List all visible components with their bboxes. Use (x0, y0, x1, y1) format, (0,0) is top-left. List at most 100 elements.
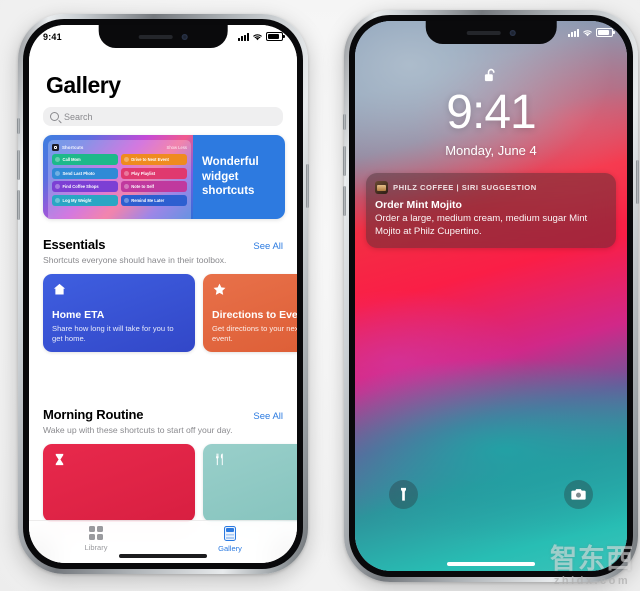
see-all-link[interactable]: See All (253, 241, 283, 252)
banner-widget-preview: Shortcuts Show Less Call Mom Drive to Ne… (43, 135, 194, 219)
mute-switch[interactable] (343, 114, 346, 130)
shortcut-card[interactable]: Directions to Event Get directions to yo… (203, 273, 297, 352)
section-title: Morning Routine (43, 407, 144, 422)
card-description: Share how long it will take for you to g… (52, 323, 174, 343)
music-icon (123, 170, 129, 176)
mute-switch[interactable] (17, 118, 20, 134)
status-indicators (238, 31, 285, 42)
widget-shortcut-button[interactable]: Remind Me Later (120, 194, 188, 206)
shortcuts-gallery-app: 9:41 Gallery Search Shortcuts Show Less … (29, 25, 297, 563)
volume-up-button[interactable] (343, 146, 346, 176)
lock-screen: 9:41 Monday, June 4 PHILZ COFFEE | SIRI … (355, 21, 627, 571)
section-title: Essentials (43, 237, 106, 252)
widget-card: Shortcuts Show Less Call Mom Drive to Ne… (48, 140, 192, 219)
battery-icon (266, 31, 285, 42)
siri-suggestion-notification[interactable]: PHILZ COFFEE | SIRI SUGGESTION Order Min… (366, 173, 616, 249)
phone-icon (55, 157, 60, 162)
iphone-right-device: 9:41 Monday, June 4 PHILZ COFFEE | SIRI … (343, 10, 639, 582)
volume-up-button[interactable] (17, 150, 20, 180)
note-icon (123, 184, 129, 189)
left-phone-screen: 9:41 Gallery Search Shortcuts Show Less … (29, 25, 297, 563)
section-essentials: Essentials See All Shortcuts everyone sh… (43, 237, 297, 352)
shortcuts-app-icon (52, 144, 59, 151)
library-grid-icon (89, 526, 103, 540)
volume-down-button[interactable] (343, 186, 346, 216)
widget-show-less-link[interactable]: Show Less (167, 145, 187, 150)
camera-button[interactable] (564, 480, 593, 509)
lock-clock-time: 9:41 (446, 86, 536, 139)
card-description: Get directions to your next calendar eve… (212, 323, 297, 343)
status-indicators (568, 27, 615, 38)
search-icon (50, 112, 59, 121)
gallery-card-icon (224, 525, 236, 541)
shortcut-card[interactable]: Home ETA Share how long it will take for… (43, 273, 195, 352)
page-title: Gallery (46, 72, 121, 98)
home-icon (53, 283, 66, 295)
widget-shortcut-button[interactable]: Log My Weight (52, 194, 119, 206)
power-button[interactable] (306, 164, 309, 208)
tab-label: Gallery (218, 543, 242, 553)
notification-title: Order Mint Mojito (375, 199, 462, 211)
coffee-icon (55, 184, 60, 189)
notification-header: PHILZ COFFEE | SIRI SUGGESTION (375, 181, 607, 194)
camera-icon (55, 170, 60, 176)
wifi-icon (583, 29, 592, 36)
earpiece-speaker-icon (466, 30, 501, 35)
status-time: 9:41 (43, 31, 62, 42)
widget-shortcut-label: Remind Me Later (131, 197, 165, 203)
tab-label: Library (84, 543, 108, 552)
home-indicator[interactable] (447, 562, 535, 566)
section-morning-routine: Morning Routine See All Wake up with the… (43, 407, 297, 522)
flashlight-button[interactable] (389, 480, 418, 509)
fork-knife-icon (216, 453, 223, 465)
widget-shortcut-label: Call Mom (62, 157, 81, 162)
section-card-row: Home ETA Share how long it will take for… (43, 273, 297, 352)
notch (425, 21, 557, 44)
widget-shortcut-button[interactable]: Drive to Next Event (120, 154, 188, 165)
widget-header: Shortcuts Show Less (52, 144, 187, 151)
volume-down-button[interactable] (17, 190, 20, 220)
hourglass-icon (55, 453, 64, 465)
widget-shortcut-button[interactable]: Send Last Photo (52, 167, 119, 179)
philz-coffee-icon (375, 181, 388, 194)
battery-icon (596, 27, 615, 38)
widget-shortcut-label: Log My Weight (62, 197, 92, 203)
camera-icon (571, 489, 586, 500)
widget-shortcut-label: Send Last Photo (62, 170, 95, 176)
notification-body: Order a large, medium cream, medium suga… (375, 213, 588, 237)
power-button[interactable] (636, 160, 639, 204)
notch (98, 25, 228, 48)
scale-icon (55, 197, 60, 203)
section-header: Essentials See All (43, 237, 297, 252)
widget-shortcut-label: Note to Self (131, 184, 155, 189)
banner-headline: Wonderful widget shortcuts (202, 155, 259, 198)
flashlight-icon (401, 487, 406, 501)
see-all-link[interactable]: See All (253, 411, 283, 422)
widget-title: Shortcuts (62, 145, 84, 150)
widget-shortcut-button[interactable]: Note to Self (120, 181, 188, 192)
wifi-icon (253, 33, 262, 40)
signal-bars-icon (238, 33, 249, 41)
widget-shortcut-button[interactable]: Play Playlist (120, 167, 188, 179)
search-placeholder: Search (64, 111, 93, 122)
location-icon (123, 157, 129, 162)
featured-banner-card[interactable]: Shortcuts Show Less Call Mom Drive to Ne… (43, 135, 285, 219)
section-card-row (43, 443, 297, 522)
signal-bars-icon (568, 29, 579, 37)
star-icon (213, 283, 226, 295)
search-input[interactable]: Search (43, 107, 283, 126)
shortcut-card[interactable] (43, 443, 195, 522)
card-title: Home ETA (52, 309, 105, 322)
iphone-left-device: 9:41 Gallery Search Shortcuts Show Less … (17, 14, 309, 574)
banner-headline-panel: Wonderful widget shortcuts (193, 135, 285, 219)
section-subtitle: Shortcuts everyone should have in their … (43, 255, 227, 265)
card-title: Directions to Event (212, 309, 297, 322)
widget-shortcut-button[interactable]: Call Mom (52, 154, 119, 165)
widget-shortcut-label: Find Coffee Shops (62, 184, 99, 189)
home-indicator[interactable] (119, 554, 207, 558)
widget-shortcut-button[interactable]: Find Coffee Shops (52, 181, 119, 192)
earpiece-speaker-icon (138, 34, 173, 39)
front-camera-icon (509, 29, 516, 36)
unlocked-padlock-icon (484, 68, 495, 82)
shortcut-card[interactable] (203, 443, 297, 522)
